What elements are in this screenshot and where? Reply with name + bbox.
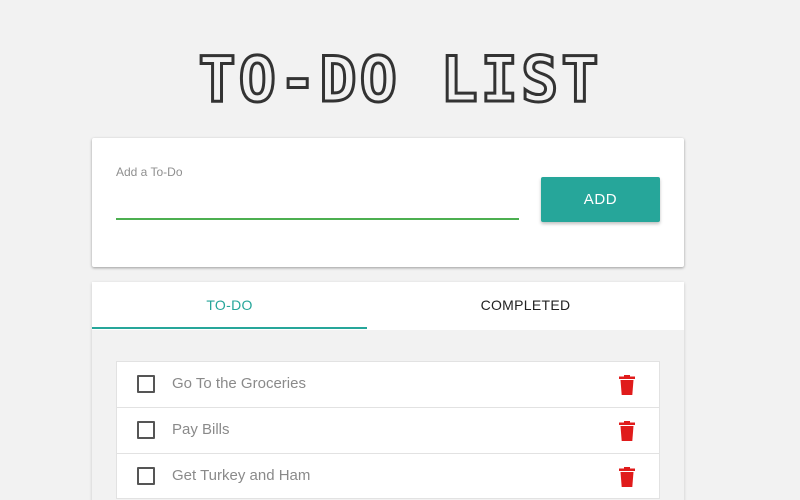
add-todo-input[interactable]: [116, 184, 519, 220]
trash-icon[interactable]: [619, 467, 635, 487]
active-tab-indicator: [92, 327, 367, 329]
tab-todo[interactable]: TO-DO: [92, 282, 367, 330]
add-button[interactable]: ADD: [541, 177, 660, 222]
checkbox-icon[interactable]: [137, 421, 155, 439]
add-todo-label: Add a To-Do: [116, 165, 183, 179]
checkbox-icon[interactable]: [137, 467, 155, 485]
add-todo-card: Add a To-Do ADD: [92, 138, 684, 267]
trash-icon[interactable]: [619, 421, 635, 441]
todo-item: Pay Bills: [116, 407, 660, 453]
todo-text: Pay Bills: [172, 421, 230, 438]
todo-item: Get Turkey and Ham: [116, 453, 660, 499]
todo-item: Go To the Groceries: [116, 361, 660, 407]
todo-text: Get Turkey and Ham: [172, 467, 311, 484]
page-title: TO-DO LIST: [197, 42, 602, 118]
todo-list: Go To the Groceries Pay Bills Get Turkey…: [116, 361, 660, 499]
app: TO-DO LIST Add a To-Do ADD TO-DO COMPLET…: [0, 0, 800, 500]
todo-text: Go To the Groceries: [172, 375, 306, 392]
tabs-panel: TO-DO COMPLETED Go To the Groceries Pay …: [92, 282, 684, 500]
tab-bar: TO-DO COMPLETED: [92, 282, 684, 330]
trash-icon[interactable]: [619, 375, 635, 395]
checkbox-icon[interactable]: [137, 375, 155, 393]
tab-completed[interactable]: COMPLETED: [367, 282, 684, 330]
